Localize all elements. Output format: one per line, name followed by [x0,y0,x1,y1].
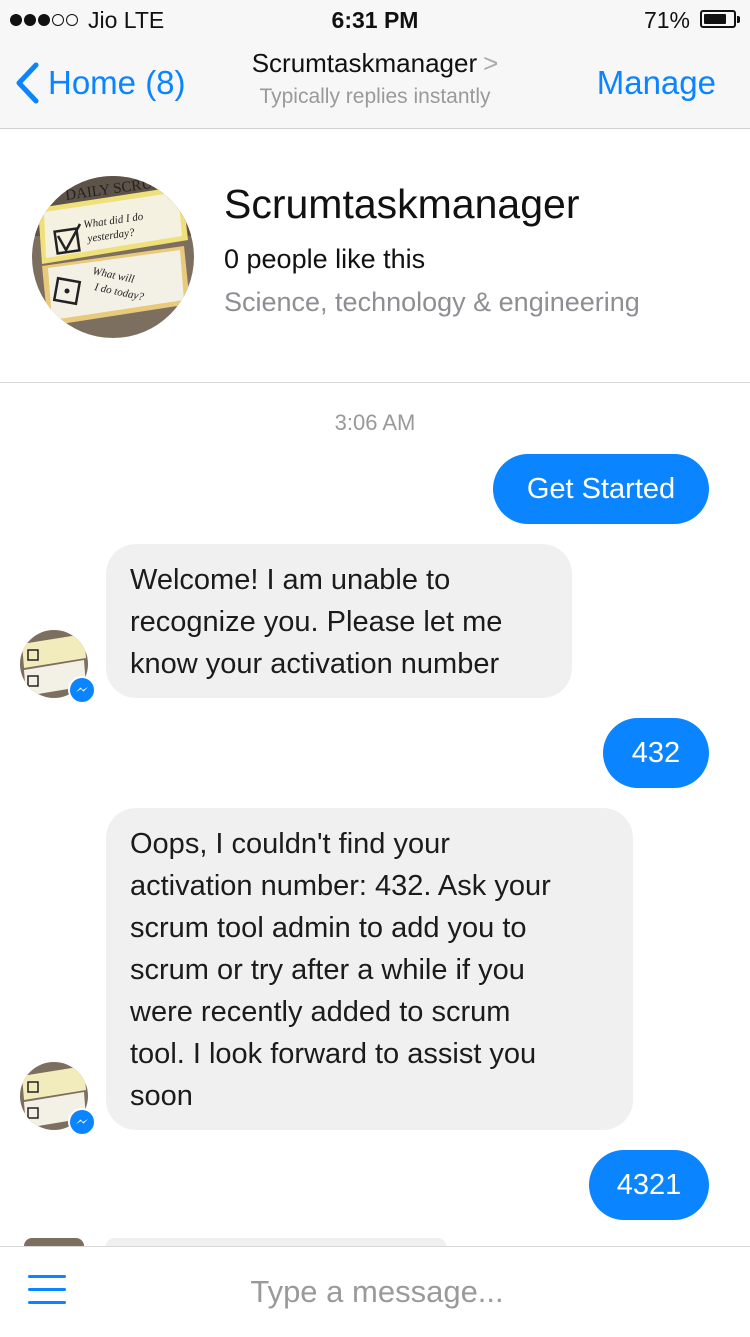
messenger-badge-icon [68,676,96,704]
message-line: Oops, I couldn't find your [130,828,450,860]
message-input[interactable] [150,1247,604,1337]
message-line: scrum or try after a while if you [130,954,525,986]
message-line: tool. I look forward to assist you [130,1038,537,1070]
page-likes: 0 people like this [224,244,426,274]
message-line: scrum tool admin to add you to [130,912,527,944]
page-name: Scrumtaskmanager [224,181,580,227]
battery-icon [700,10,740,28]
message-line: Welcome! I am unable to [130,564,451,596]
outgoing-message[interactable]: 4321 [589,1150,709,1220]
page-profile-card: DAILY SCRUM What did I do yesterday? Wha… [0,129,750,383]
incoming-message[interactable]: Oops, I couldn't find your activation nu… [106,808,633,1130]
outgoing-message[interactable]: Get Started [493,454,709,524]
incoming-message[interactable]: Welcome! I am unable to recognize you. P… [106,544,572,698]
page-avatar[interactable]: DAILY SCRUM What did I do yesterday? Wha… [32,176,194,338]
outgoing-message[interactable]: 432 [603,718,709,788]
manage-button[interactable]: Manage [597,64,716,102]
message-composer [0,1246,750,1337]
page-category: Science, technology & engineering [224,287,640,317]
battery-percent: 71% [643,7,690,33]
chevron-right-icon: > [483,48,499,78]
message-timestamp: 3:06 AM [334,410,416,435]
status-time: 6:31 PM [331,7,419,33]
message-line: activation number: 432. Ask your [130,870,551,902]
sender-avatar-partial [24,1238,84,1246]
message-line: soon [130,1080,193,1112]
messenger-badge-icon [68,1108,96,1136]
message-line: were recently added to scrum [130,996,511,1028]
conversation-title: Scrumtaskmanager [251,48,478,78]
status-bar: Jio LTE 6:31 PM 71% [0,0,750,40]
incoming-message-partial [106,1238,446,1246]
message-line: know your activation number [130,648,500,680]
message-line: recognize you. Please let me [130,606,503,638]
hamburger-menu-icon[interactable] [28,1275,66,1305]
navigation-bar: Home (8) Scrumtaskmanager > Typically rep… [0,40,750,129]
